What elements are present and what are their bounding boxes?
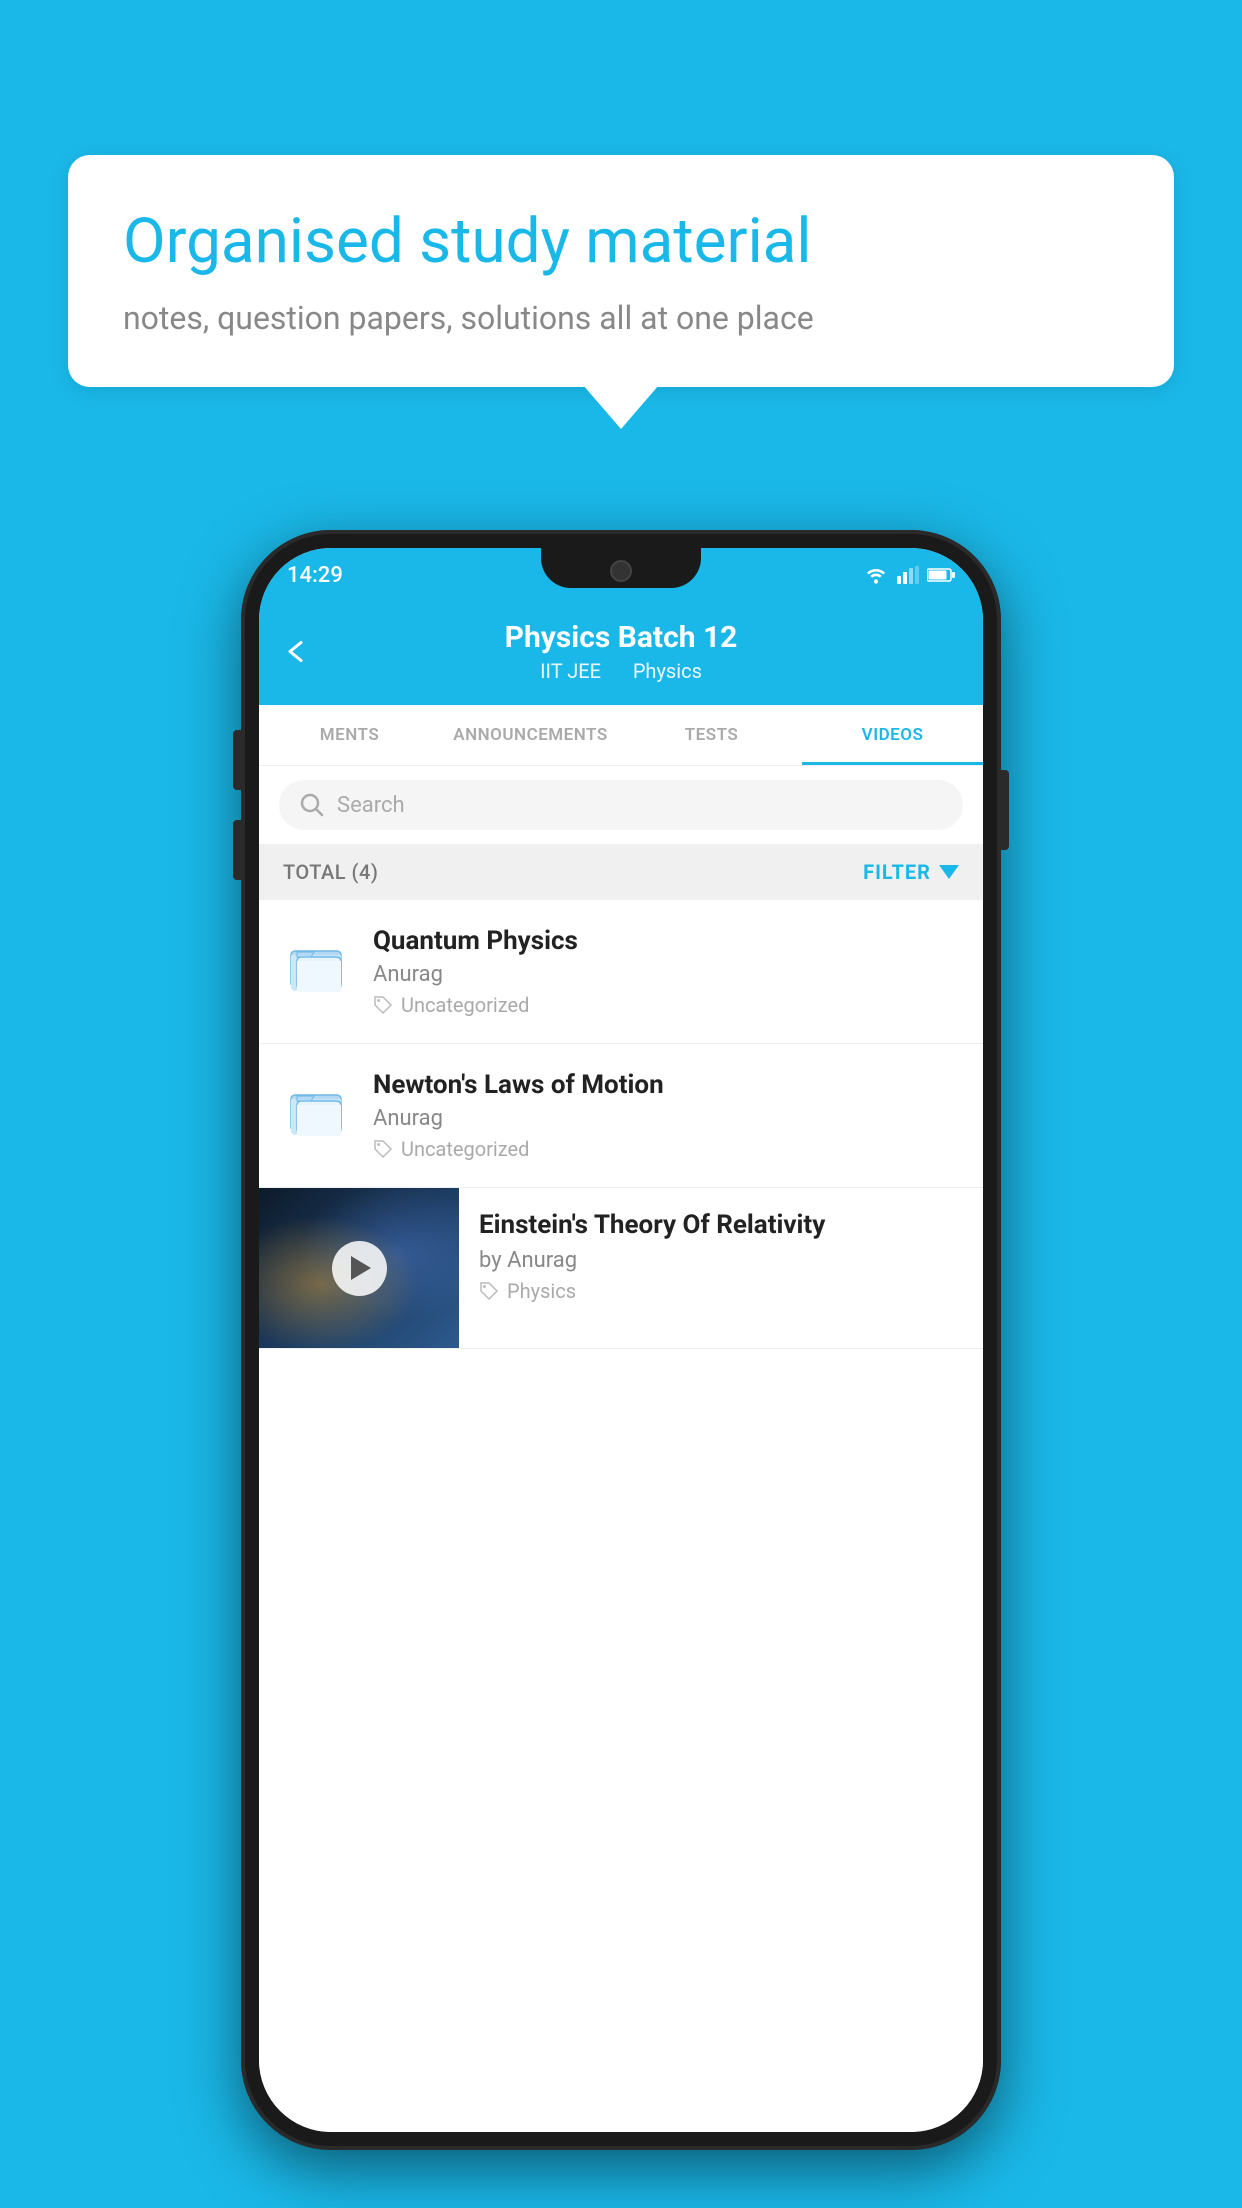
speech-bubble: Organised study material notes, question…: [68, 155, 1174, 387]
header-subtitle-1: IIT JEE: [540, 659, 601, 683]
filter-label: FILTER: [863, 860, 931, 884]
phone-notch: [541, 548, 701, 588]
header-subtitle: IIT JEE Physics: [287, 659, 955, 683]
filter-triangle-icon: [939, 865, 959, 879]
wifi-icon: [863, 565, 889, 585]
video-list-item[interactable]: Einstein's Theory Of Relativity by Anura…: [259, 1188, 983, 1349]
phone-screen: 14:29: [259, 548, 983, 2132]
tab-ments[interactable]: MENTS: [259, 705, 440, 765]
total-count: TOTAL (4): [283, 860, 378, 884]
header-subtitle-2: Physics: [633, 659, 702, 683]
item-tag-1: Uncategorized: [373, 993, 959, 1017]
tab-announcements[interactable]: ANNOUNCEMENTS: [440, 705, 621, 765]
item-title-1: Quantum Physics: [373, 926, 959, 956]
item-content-2: Newton's Laws of Motion Anurag Uncategor…: [373, 1070, 959, 1161]
volume-down-button[interactable]: [233, 820, 241, 880]
list-item[interactable]: Newton's Laws of Motion Anurag Uncategor…: [259, 1044, 983, 1188]
tab-videos[interactable]: VIDEOS: [802, 705, 983, 765]
filter-bar: TOTAL (4) FILTER: [259, 844, 983, 900]
search-icon: [299, 792, 325, 818]
item-title-2: Newton's Laws of Motion: [373, 1070, 959, 1100]
folder-icon-1: [283, 930, 351, 998]
bubble-subtitle: notes, question papers, solutions all at…: [123, 299, 1119, 337]
header-title: Physics Batch 12: [287, 620, 955, 655]
video-tag-label: Physics: [507, 1279, 576, 1303]
volume-up-button[interactable]: [233, 730, 241, 790]
battery-icon: [927, 567, 955, 583]
tabs-bar: MENTS ANNOUNCEMENTS TESTS VIDEOS: [259, 705, 983, 766]
tag-icon-3: [479, 1281, 499, 1301]
item-tag-2: Uncategorized: [373, 1137, 959, 1161]
tag-icon-2: [373, 1139, 393, 1159]
search-bar-container: Search: [259, 766, 983, 844]
item-author-1: Anurag: [373, 962, 959, 987]
tab-tests[interactable]: TESTS: [621, 705, 802, 765]
power-button[interactable]: [1001, 770, 1009, 850]
search-input[interactable]: Search: [337, 793, 405, 818]
folder-icon-2: [283, 1074, 351, 1142]
list-container: Quantum Physics Anurag Uncategorized: [259, 900, 983, 2132]
bubble-title: Organised study material: [123, 205, 1119, 279]
front-camera: [610, 560, 632, 582]
video-thumbnail: [259, 1188, 459, 1348]
status-icons: [863, 565, 955, 585]
tag-label-1: Uncategorized: [401, 993, 529, 1017]
search-bar[interactable]: Search: [279, 780, 963, 830]
play-button[interactable]: [332, 1241, 387, 1296]
play-triangle-icon: [351, 1256, 371, 1280]
app-header: Physics Batch 12 IIT JEE Physics: [259, 602, 983, 705]
status-time: 14:29: [287, 563, 343, 588]
video-author: by Anurag: [479, 1248, 963, 1273]
video-tag: Physics: [479, 1279, 963, 1303]
back-button[interactable]: [283, 636, 311, 671]
item-author-2: Anurag: [373, 1106, 959, 1131]
tag-label-2: Uncategorized: [401, 1137, 529, 1161]
tag-icon-1: [373, 995, 393, 1015]
video-content: Einstein's Theory Of Relativity by Anura…: [459, 1188, 983, 1325]
phone-bezel: 14:29: [241, 530, 1001, 2150]
video-title: Einstein's Theory Of Relativity: [479, 1210, 963, 1240]
signal-icon: [897, 566, 919, 584]
item-content-1: Quantum Physics Anurag Uncategorized: [373, 926, 959, 1017]
filter-button[interactable]: FILTER: [863, 860, 959, 884]
list-item[interactable]: Quantum Physics Anurag Uncategorized: [259, 900, 983, 1044]
phone-container: 14:29: [241, 530, 1001, 2150]
